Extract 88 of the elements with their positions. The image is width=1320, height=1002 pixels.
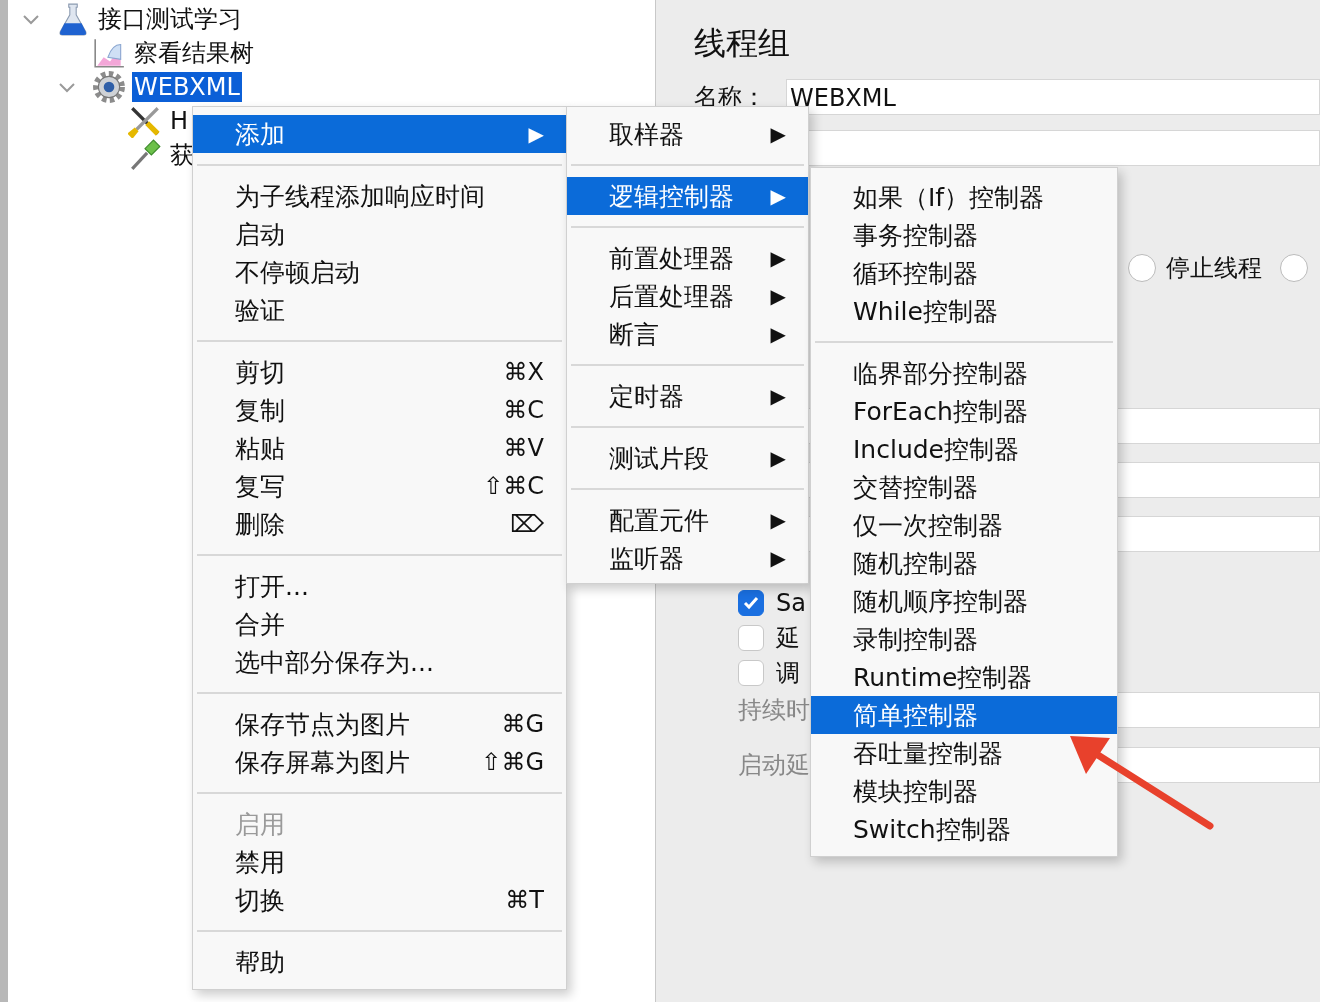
field-label: 持续时: [738, 695, 811, 726]
menu-item[interactable]: 如果（If）控制器: [811, 178, 1117, 216]
menu-item[interactable]: 随机控制器: [811, 544, 1117, 582]
shortcut-label: ⌘T: [505, 886, 544, 914]
chart-icon: [92, 36, 126, 70]
menu-item[interactable]: 复制 ⌘C: [193, 391, 566, 429]
menu-item[interactable]: 剪切 ⌘X: [193, 353, 566, 391]
menu-item[interactable]: 删除 ⌦: [193, 505, 566, 543]
submenu-arrow: ▶: [770, 446, 786, 470]
shortcut-label: ⌘C: [503, 396, 544, 424]
menu-item[interactable]: 事务控制器: [811, 216, 1117, 254]
menu-item[interactable]: 复写 ⇧⌘C: [193, 467, 566, 505]
submenu-arrow: ▶: [770, 284, 786, 308]
menu-item[interactable]: 仅一次控制器: [811, 506, 1117, 544]
menu-item[interactable]: 不停顿启动: [193, 253, 566, 291]
menu-item[interactable]: 监听器 ▶: [567, 539, 808, 577]
gear-icon: [92, 70, 126, 104]
tree-item[interactable]: 接口测试学习: [96, 4, 244, 34]
menu-item[interactable]: 帮助: [193, 943, 566, 981]
checkbox-label: 调: [776, 658, 800, 689]
radio-button[interactable]: [1280, 254, 1308, 282]
submenu-arrow: ▶: [770, 122, 786, 146]
menu-item[interactable]: 取样器 ▶: [567, 115, 808, 153]
shortcut-label: ⌦: [510, 510, 544, 538]
check-icon: [742, 594, 760, 612]
menu-item[interactable]: 验证: [193, 291, 566, 329]
submenu-arrow: ▶: [770, 384, 786, 408]
checkbox[interactable]: [738, 660, 764, 686]
name-field[interactable]: WEBXML: [786, 79, 1320, 115]
submenu-arrow: ▶: [770, 508, 786, 532]
menu-item[interactable]: Switch控制器: [811, 810, 1117, 848]
menu-item[interactable]: 简单控制器: [811, 696, 1117, 734]
menu-item[interactable]: ForEach控制器: [811, 392, 1117, 430]
menu-item[interactable]: 前置处理器 ▶: [567, 239, 808, 277]
menu-item[interactable]: 打开...: [193, 567, 566, 605]
menu-item[interactable]: 定时器 ▶: [567, 377, 808, 415]
chevron-icon[interactable]: [58, 81, 76, 93]
tree-item[interactable]: 获: [168, 140, 196, 170]
checkbox-label: Sa: [776, 589, 806, 617]
menu-item[interactable]: 切换 ⌘T: [193, 881, 566, 919]
submenu-arrow: ▶: [528, 122, 544, 146]
submenu-arrow: ▶: [770, 322, 786, 346]
radio-button[interactable]: [1128, 254, 1156, 282]
menu-item[interactable]: 配置元件 ▶: [567, 501, 808, 539]
dropper-icon: [128, 138, 162, 172]
shortcut-label: ⌘G: [501, 710, 544, 738]
panel-title: 线程组: [694, 23, 791, 64]
shortcut-label: ⌘V: [503, 434, 544, 462]
menu-item[interactable]: 临界部分控制器: [811, 354, 1117, 392]
submenu-arrow: ▶: [770, 184, 786, 208]
menu-item[interactable]: 模块控制器: [811, 772, 1117, 810]
checkbox[interactable]: [738, 590, 764, 616]
submenu-arrow: ▶: [770, 546, 786, 570]
shortcut-label: ⇧⌘C: [483, 472, 544, 500]
submenu-arrow: ▶: [770, 246, 786, 270]
menu-item[interactable]: 断言 ▶: [567, 315, 808, 353]
checkbox-label: 延: [776, 623, 800, 654]
shortcut-label: ⇧⌘G: [481, 748, 544, 776]
menu-item[interactable]: 逻辑控制器 ▶: [567, 177, 808, 215]
menu-item[interactable]: 随机顺序控制器: [811, 582, 1117, 620]
menu-item[interactable]: 录制控制器: [811, 620, 1117, 658]
chevron-icon[interactable]: [22, 13, 40, 25]
menu-item[interactable]: 保存屏幕为图片 ⇧⌘G: [193, 743, 566, 781]
menu-item[interactable]: Runtime控制器: [811, 658, 1117, 696]
menu-item[interactable]: 后置处理器 ▶: [567, 277, 808, 315]
radio-label: 停止线程: [1166, 253, 1262, 284]
tree-item[interactable]: WEBXML: [132, 72, 242, 102]
menu-item[interactable]: 为子线程添加响应时间: [193, 177, 566, 215]
tree-item[interactable]: H: [168, 106, 191, 136]
menu-item[interactable]: 保存节点为图片 ⌘G: [193, 705, 566, 743]
field-label: 启动延: [738, 750, 811, 781]
menu-item[interactable]: 循环控制器: [811, 254, 1117, 292]
menu-item[interactable]: 禁用: [193, 843, 566, 881]
menu-item[interactable]: Include控制器: [811, 430, 1117, 468]
menu-item[interactable]: 测试片段 ▶: [567, 439, 808, 477]
menu-item[interactable]: 选中部分保存为...: [193, 643, 566, 681]
shortcut-label: ⌘X: [503, 358, 544, 386]
flask-icon: [56, 2, 90, 36]
menu-item[interactable]: While控制器: [811, 292, 1117, 330]
menu-item[interactable]: 粘贴 ⌘V: [193, 429, 566, 467]
tools-icon: [128, 104, 162, 138]
tree-item[interactable]: 察看结果树: [132, 38, 256, 68]
menu-item[interactable]: 启动: [193, 215, 566, 253]
menu-item[interactable]: 交替控制器: [811, 468, 1117, 506]
menu-item[interactable]: 合并: [193, 605, 566, 643]
menu-item[interactable]: 添加 ▶: [193, 115, 566, 153]
checkbox[interactable]: [738, 625, 764, 651]
menu-item[interactable]: 吞吐量控制器: [811, 734, 1117, 772]
